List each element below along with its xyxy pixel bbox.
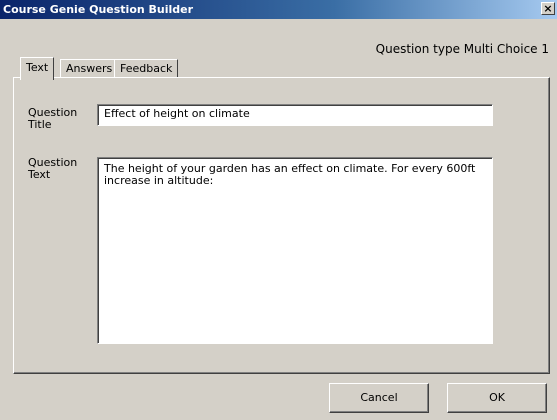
cancel-button[interactable]: Cancel bbox=[329, 383, 429, 413]
question-title-label: Question Title bbox=[28, 106, 78, 131]
tab-text-label: Text bbox=[26, 61, 49, 74]
ok-button[interactable]: OK bbox=[447, 383, 547, 413]
tab-text[interactable]: Text bbox=[20, 57, 55, 80]
tab-answers[interactable]: Answers bbox=[60, 59, 119, 78]
tab-answers-label: Answers bbox=[66, 62, 113, 75]
tab-feedback[interactable]: Feedback bbox=[114, 59, 179, 78]
title-bar[interactable]: Course Genie Question Builder × bbox=[0, 0, 557, 19]
tab-feedback-label: Feedback bbox=[120, 62, 173, 75]
question-title-value: Effect of height on climate bbox=[104, 107, 250, 120]
question-text-input[interactable]: The height of your garden has an effect … bbox=[97, 157, 493, 344]
question-title-input[interactable]: Effect of height on climate bbox=[97, 104, 493, 126]
tab-panel-text: Question Title Effect of height on clima… bbox=[13, 77, 550, 374]
question-text-label: Question Text bbox=[28, 156, 78, 181]
question-text-value: The height of your garden has an effect … bbox=[104, 162, 476, 187]
close-icon: × bbox=[543, 2, 553, 15]
close-button[interactable]: × bbox=[541, 2, 555, 15]
question-type-label: Question type Multi Choice 1 bbox=[375, 42, 549, 56]
window-title: Course Genie Question Builder bbox=[3, 3, 194, 16]
